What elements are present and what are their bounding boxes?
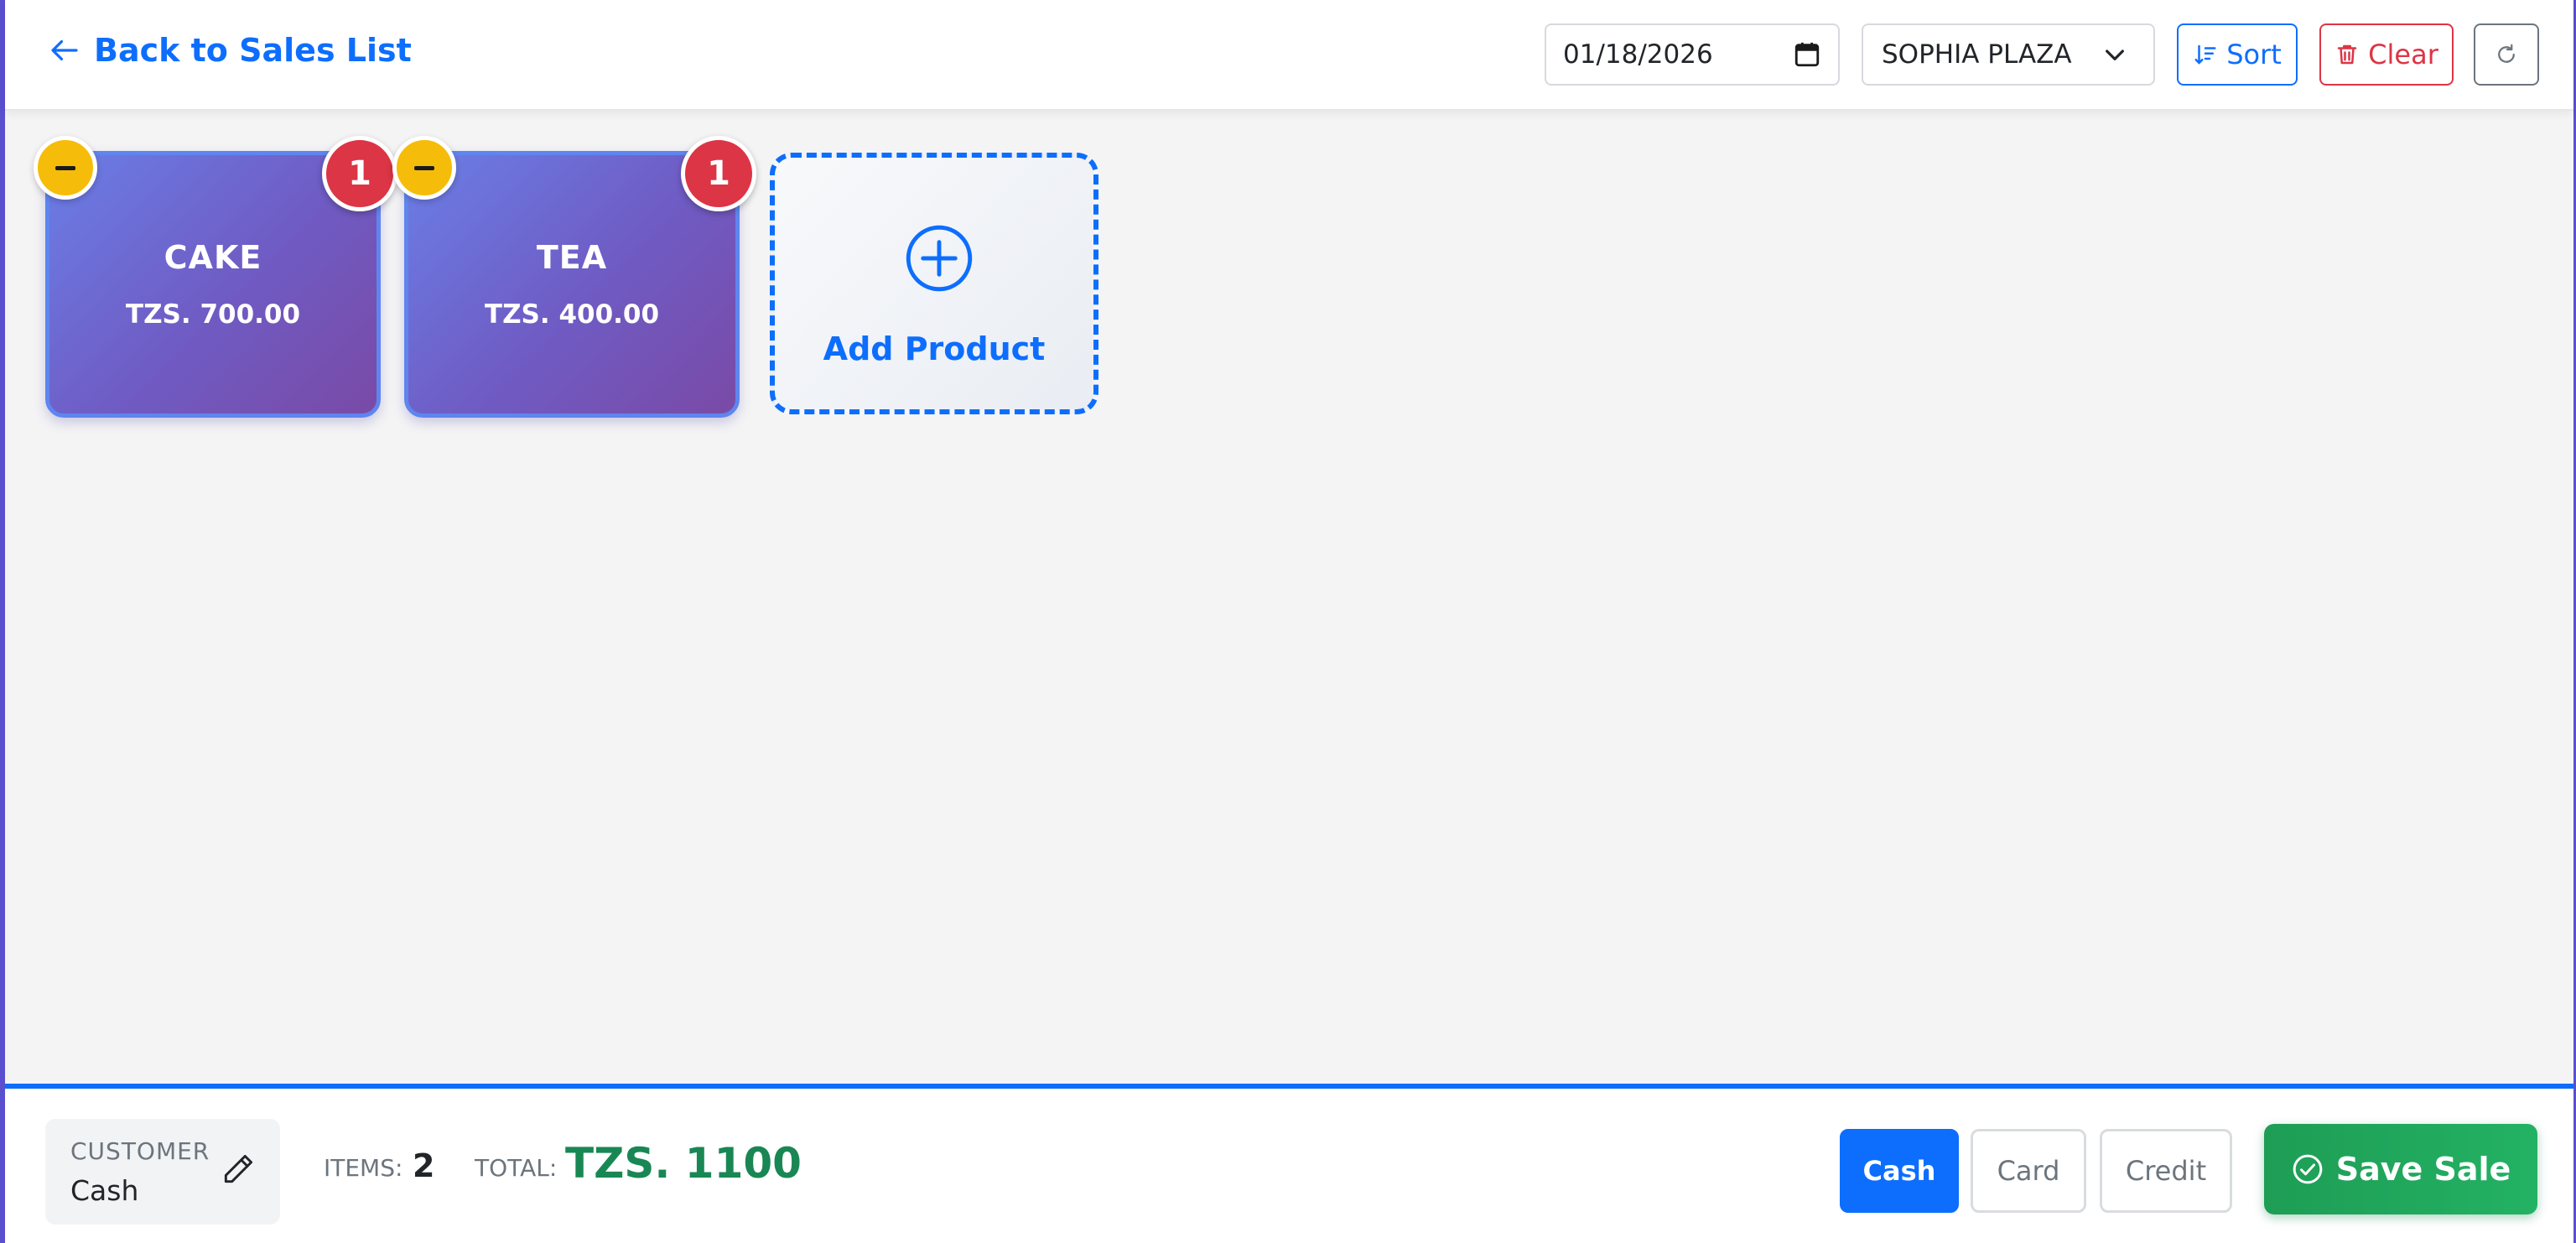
minus-icon — [55, 165, 75, 170]
product-name: CAKE — [164, 239, 262, 276]
customer-label: CUSTOMER — [70, 1137, 210, 1165]
payment-card-button[interactable]: Card — [1971, 1129, 2086, 1213]
decrease-quantity-button[interactable] — [392, 136, 456, 200]
customer-selector[interactable]: CUSTOMER Cash — [45, 1119, 280, 1225]
refresh-button[interactable] — [2474, 23, 2539, 86]
product-price: TZS. 400.00 — [484, 299, 660, 330]
sort-label: Sort — [2226, 39, 2282, 70]
trash-icon — [2337, 44, 2357, 65]
total-label: TOTAL: — [475, 1154, 558, 1182]
sort-button[interactable]: Sort — [2177, 23, 2298, 86]
sort-icon — [2194, 44, 2216, 65]
items-count: 2 — [413, 1147, 435, 1184]
top-bar: Back to Sales List 01/18/2026 SOPHIA PLA… — [5, 0, 2573, 111]
minus-icon — [414, 165, 434, 170]
product-grid — [5, 111, 2573, 1243]
checkout-footer: CUSTOMER Cash ITEMS: 2 TOTAL: TZS. 1100 … — [5, 1084, 2573, 1243]
chevron-down-icon — [2106, 49, 2124, 60]
total-amount: TZS. 1100 — [565, 1139, 802, 1188]
clear-label: Clear — [2368, 39, 2438, 70]
check-circle-icon — [2293, 1154, 2323, 1184]
add-product-card[interactable]: Add Product — [770, 153, 1098, 414]
decrease-quantity-button[interactable] — [34, 136, 97, 200]
quantity-badge: 1 — [681, 136, 756, 211]
clear-button[interactable]: Clear — [2319, 23, 2454, 86]
date-value: 01/18/2026 — [1563, 39, 1713, 70]
add-product-label: Add Product — [823, 330, 1046, 367]
quantity-badge: 1 — [322, 136, 397, 211]
location-select[interactable]: SOPHIA PLAZA — [1862, 23, 2155, 86]
back-link-label: Back to Sales List — [94, 32, 412, 69]
save-sale-label: Save Sale — [2335, 1151, 2511, 1188]
date-input[interactable]: 01/18/2026 — [1545, 23, 1840, 86]
calendar-icon[interactable] — [1793, 40, 1821, 69]
product-price: TZS. 700.00 — [125, 299, 301, 330]
payment-credit-button[interactable]: Credit — [2100, 1129, 2232, 1213]
back-to-sales-link[interactable]: Back to Sales List — [47, 32, 412, 69]
pencil-icon[interactable] — [220, 1151, 257, 1188]
refresh-icon — [2498, 44, 2515, 63]
arrow-left-icon — [51, 39, 78, 61]
payment-cash-button[interactable]: Cash — [1840, 1129, 1959, 1213]
items-label: ITEMS: — [324, 1154, 403, 1182]
plus-circle-icon — [906, 225, 973, 292]
product-name: TEA — [536, 239, 608, 276]
location-selected-value: SOPHIA PLAZA — [1882, 39, 2072, 70]
customer-value: Cash — [70, 1174, 139, 1207]
save-sale-button[interactable]: Save Sale — [2264, 1124, 2537, 1214]
